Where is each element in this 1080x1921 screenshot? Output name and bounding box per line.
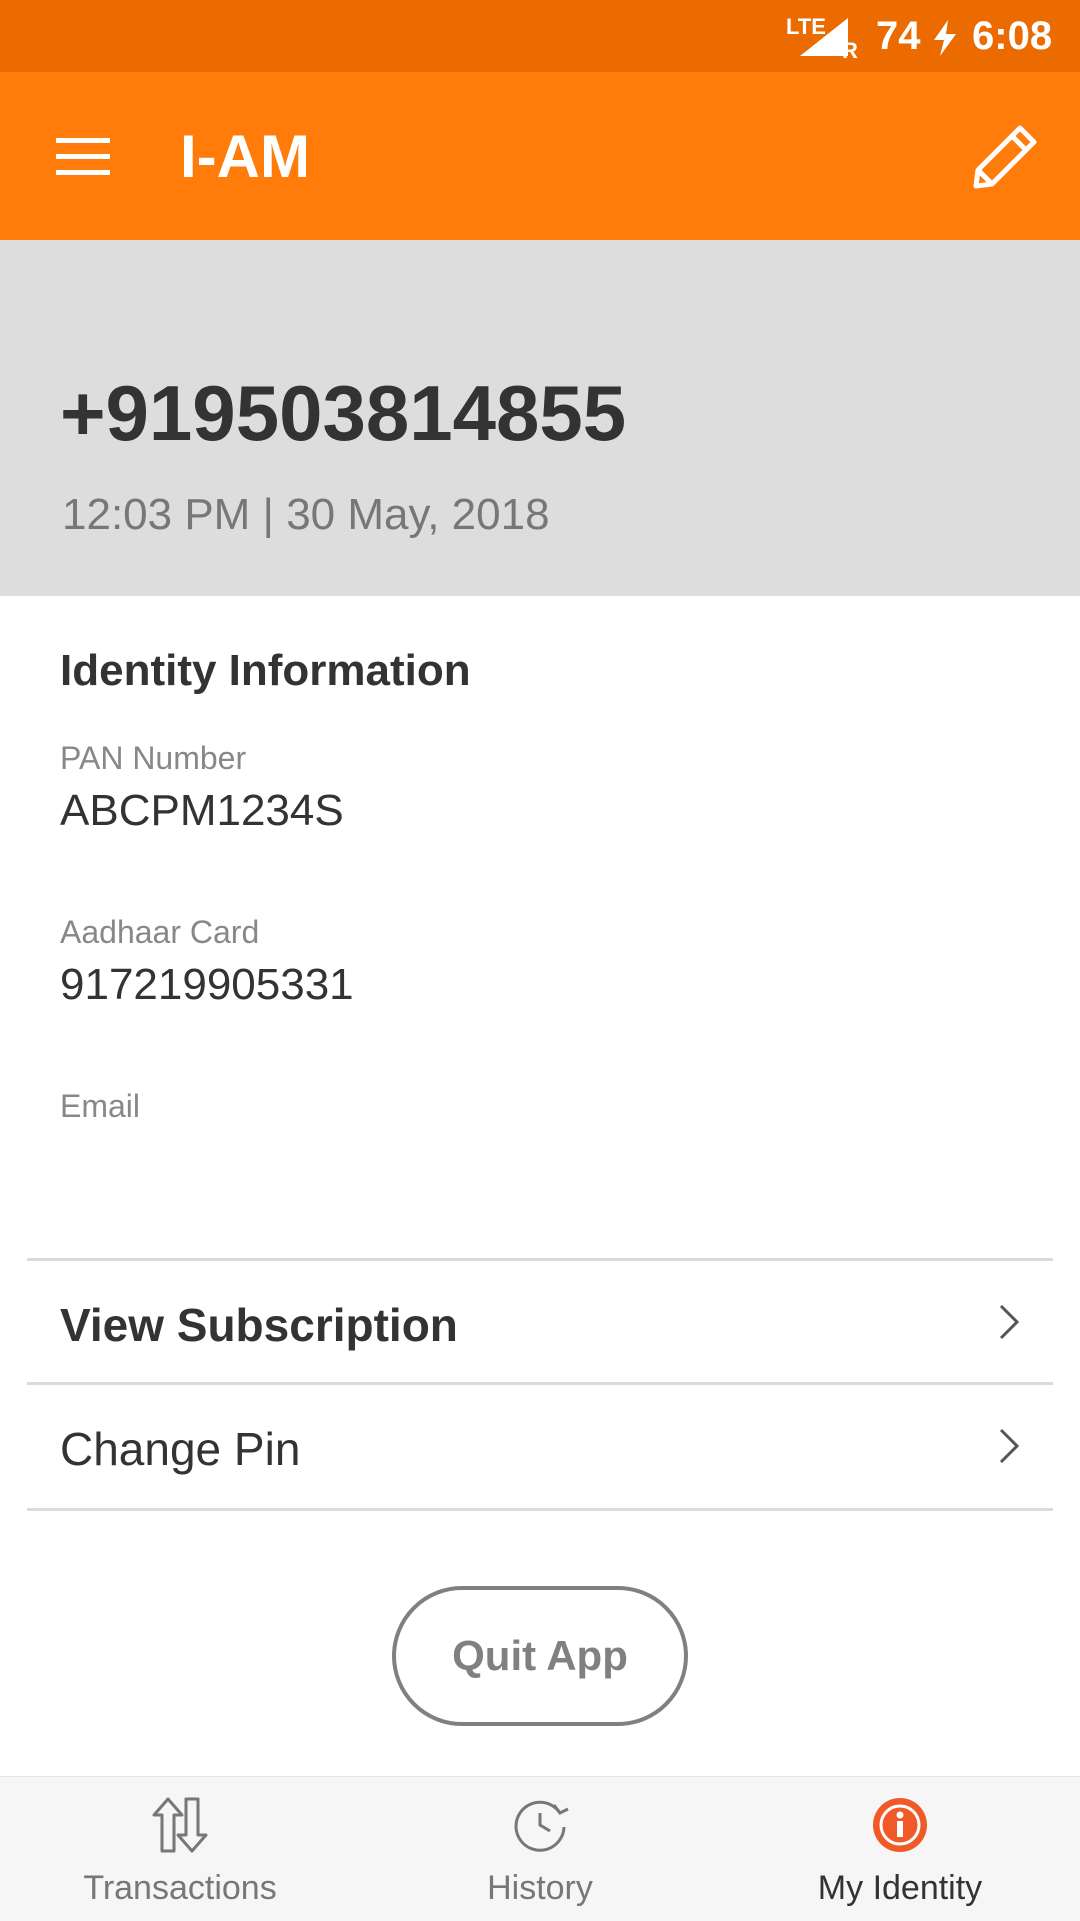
edit-button[interactable] [970,122,1040,192]
divider [27,1382,1053,1385]
divider [27,1258,1053,1261]
hamburger-menu-icon [56,138,110,143]
roaming-indicator: R [842,38,858,63]
aadhaar-value: 917219905331 [60,960,354,1009]
change-pin-row[interactable]: Change Pin [27,1386,1053,1506]
pencil-icon [973,125,1037,189]
chevron-right-icon [999,1428,1020,1464]
hamburger-line [56,170,110,175]
pan-value: ABCPM1234S [60,786,344,835]
status-bar: LTE R 74 6:08 [0,0,1080,72]
app-bar: I-AM [0,72,1080,240]
app-title: I-AM [180,123,310,190]
chevron-right-icon [999,1304,1020,1340]
timestamp: 12:03 PM | 30 May, 2018 [62,490,550,539]
phone-number: +919503814855 [60,369,627,457]
nav-my-identity[interactable]: My Identity [720,1777,1080,1921]
clock: 6:08 [972,14,1053,58]
view-subscription-row[interactable]: View Subscription [27,1262,1053,1382]
account-header: +919503814855 12:03 PM | 30 May, 2018 [0,240,1080,596]
view-subscription-label: View Subscription [60,1299,458,1351]
menu-button[interactable] [54,132,114,180]
bottom-navigation: Transactions History My Identity [0,1776,1080,1921]
history-clock-icon [514,1800,569,1852]
divider [27,1508,1053,1511]
nav-my-identity-label: My Identity [817,1869,983,1907]
email-label: Email [60,1088,141,1124]
change-pin-label: Change Pin [60,1423,301,1475]
hamburger-line [56,154,110,159]
section-title: Identity Information [60,646,471,695]
battery-level: 74 [876,14,921,58]
charging-icon [934,20,956,56]
identity-icon [873,1798,927,1852]
pan-label: PAN Number [60,740,247,776]
nav-history[interactable]: History [360,1777,720,1921]
nav-transactions-label: Transactions [83,1869,277,1907]
nav-history-label: History [487,1869,593,1907]
aadhaar-label: Aadhaar Card [60,914,260,950]
up-down-arrows-icon [152,1797,208,1853]
quit-app-button[interactable]: Quit App [392,1586,688,1726]
nav-transactions[interactable]: Transactions [0,1777,360,1921]
